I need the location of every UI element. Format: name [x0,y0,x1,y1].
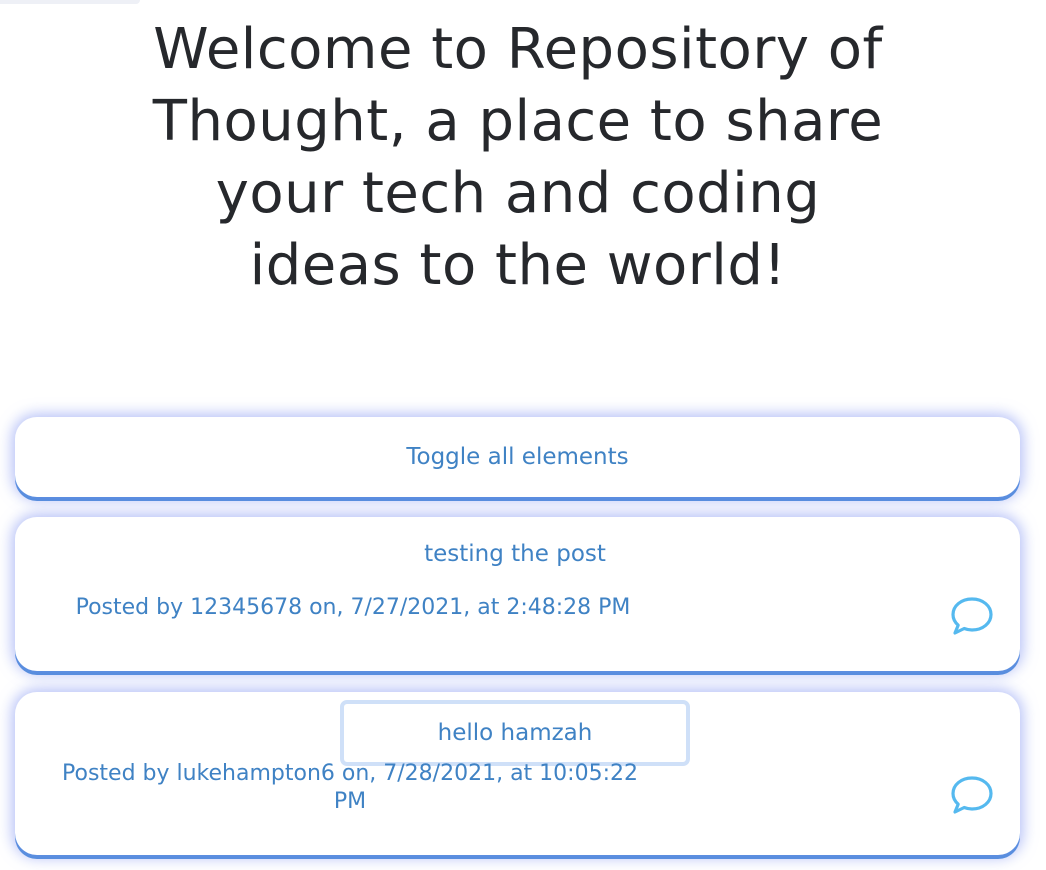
post-title: testing the post [424,541,606,567]
post-card[interactable]: testing the post Posted by 12345678 on, … [15,517,1020,671]
post-meta: Posted by lukehampton6 on, 7/28/2021, at… [62,761,638,814]
post-meta: Posted by 12345678 on, 7/27/2021, at 2:4… [75,595,631,620]
post-card[interactable]: hello hamzah Posted by lukehampton6 on, … [15,692,1020,855]
comment-icon[interactable] [949,593,995,639]
page-title: Welcome to Repository of Thought, a plac… [152,17,884,298]
top-edge-sliver [0,0,140,4]
post-title: hello hamzah [340,700,690,766]
toggle-all-button[interactable]: Toggle all elements [15,417,1020,497]
toggle-all-label: Toggle all elements [406,444,629,470]
comment-icon[interactable] [949,772,995,818]
